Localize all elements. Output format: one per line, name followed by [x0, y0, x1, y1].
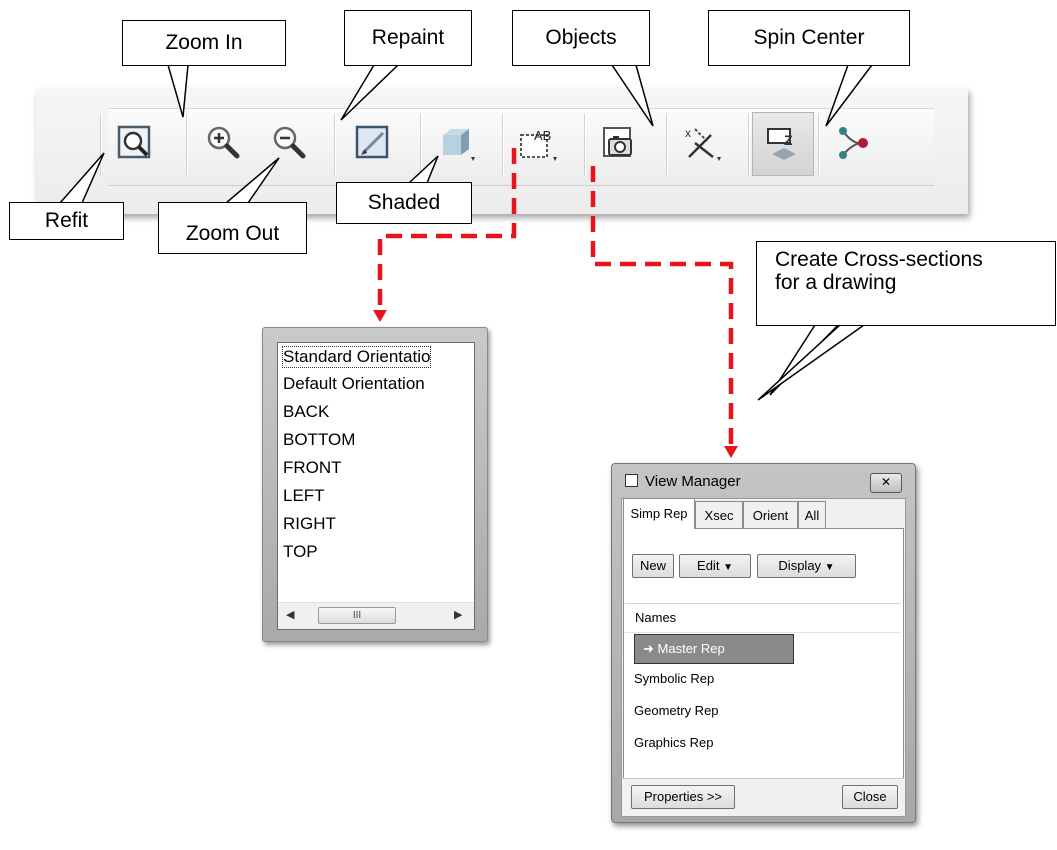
dialog-footer: Properties >> Close — [623, 778, 904, 815]
toolbar-separator — [748, 114, 749, 176]
horizontal-scrollbar[interactable]: ◀ III ▶ — [278, 602, 474, 629]
graphics-toolbar: AB x Z — [36, 88, 968, 214]
zoom-out-callout: Zoom Out — [158, 202, 307, 254]
toolbar-separator — [100, 114, 101, 176]
saved-orientations-button[interactable]: AB — [506, 112, 568, 176]
annotation-display-button[interactable]: Z — [752, 112, 814, 176]
edit-button[interactable]: Edit ▼ — [679, 554, 751, 578]
orientation-item[interactable]: LEFT — [283, 486, 325, 506]
tab-simp-rep[interactable]: Simp Rep — [623, 498, 695, 529]
toolbar-separator — [818, 114, 819, 176]
arrow-right-icon: ➜ — [643, 641, 654, 656]
names-column-header[interactable]: Names — [625, 603, 901, 633]
view-manager-button[interactable] — [588, 112, 650, 176]
properties-button[interactable]: Properties >> — [631, 785, 735, 809]
zoom-in-callout: Zoom In — [122, 20, 286, 66]
chevron-down-icon: ▼ — [723, 562, 733, 573]
cross-sections-callout-line1: Create Cross-sections — [775, 248, 983, 271]
spin-center-callout: Spin Center — [708, 10, 910, 66]
camera-icon — [603, 127, 632, 157]
list-item[interactable]: ➜ Master Rep — [634, 634, 794, 664]
view-manager-dialog: View Manager ✕ Simp Rep Xsec Orient All … — [611, 463, 916, 823]
shaded-button[interactable] — [424, 112, 486, 176]
chevron-down-icon: ▼ — [824, 562, 835, 573]
datum-icon: x — [685, 126, 721, 161]
orient-list-arrowhead — [373, 310, 387, 322]
orient-ab-label: AB — [534, 128, 551, 143]
new-button[interactable]: New — [632, 554, 674, 578]
close-button[interactable]: Close — [842, 785, 898, 809]
zoom-in-button[interactable] — [192, 112, 254, 176]
orientation-item[interactable]: FRONT — [283, 458, 342, 478]
objects-callout: Objects — [512, 10, 650, 66]
datum-display-button[interactable]: x — [670, 112, 732, 176]
zoom-in-icon — [207, 126, 240, 159]
zoom-out-icon — [273, 126, 306, 159]
scroll-right-icon[interactable]: ▶ — [454, 608, 462, 621]
tab-orient[interactable]: Orient — [743, 501, 798, 528]
annotation-icon: Z — [767, 128, 796, 160]
display-button[interactable]: Display ▼ — [757, 554, 856, 578]
toolbar-separator — [420, 114, 421, 176]
orientation-list: Standard Orientatio Default Orientation … — [277, 342, 475, 630]
cross-sections-callout: Create Cross-sections for a drawing — [756, 241, 1056, 326]
repaint-icon — [355, 125, 389, 159]
toolbar-separator — [334, 114, 335, 176]
toolbar-separator — [502, 114, 503, 176]
dialog-client: Simp Rep Xsec Orient All New Edit ▼ Disp… — [621, 498, 906, 817]
refit-icon — [117, 125, 151, 159]
dialog-title: View Manager — [625, 473, 741, 490]
cross-sections-callout-tail — [769, 324, 840, 396]
repaint-callout: Repaint — [344, 10, 472, 66]
simp-rep-panel: New Edit ▼ Display ▼ Names ➜ Master Rep … — [623, 528, 904, 812]
cross-sections-callout-tail-2 — [757, 324, 867, 401]
orientation-item[interactable]: Default Orientation — [283, 374, 425, 394]
window-icon — [625, 474, 638, 487]
zoom-out-button[interactable] — [258, 112, 320, 176]
close-icon[interactable]: ✕ — [870, 473, 902, 493]
spin-center-icon — [839, 127, 868, 159]
cross-sections-callout-line2: for a drawing — [775, 271, 897, 294]
toolbar-separator — [186, 114, 187, 176]
view-manager-arrowhead — [724, 446, 738, 458]
list-item[interactable]: Geometry Rep — [634, 703, 719, 718]
orientation-item[interactable]: RIGHT — [283, 514, 336, 534]
spin-center-button[interactable] — [822, 112, 884, 176]
repaint-button[interactable] — [342, 112, 404, 176]
orientation-item[interactable]: TOP — [283, 542, 318, 562]
svg-text:x: x — [685, 126, 691, 140]
toolbar-separator — [666, 114, 667, 176]
refit-callout: Refit — [9, 202, 124, 240]
refit-button[interactable] — [104, 112, 166, 176]
list-item[interactable]: Symbolic Rep — [634, 671, 714, 686]
list-item[interactable]: Graphics Rep — [634, 735, 713, 750]
tab-all[interactable]: All — [798, 501, 826, 528]
orientation-item[interactable]: BACK — [283, 402, 329, 422]
toolbar-separator — [584, 114, 585, 176]
scroll-thumb[interactable]: III — [318, 607, 396, 624]
tab-xsec[interactable]: Xsec — [695, 501, 743, 528]
scroll-left-icon[interactable]: ◀ — [286, 608, 294, 621]
orientation-item[interactable]: Standard Orientatio — [281, 346, 432, 368]
svg-text:Z: Z — [784, 132, 793, 148]
saved-orientations-popup: Standard Orientatio Default Orientation … — [262, 327, 488, 642]
shaded-callout: Shaded — [336, 182, 472, 224]
shaded-cube-icon — [443, 129, 475, 161]
orientation-item[interactable]: BOTTOM — [283, 430, 355, 450]
saved-view-icon: AB — [520, 128, 557, 161]
